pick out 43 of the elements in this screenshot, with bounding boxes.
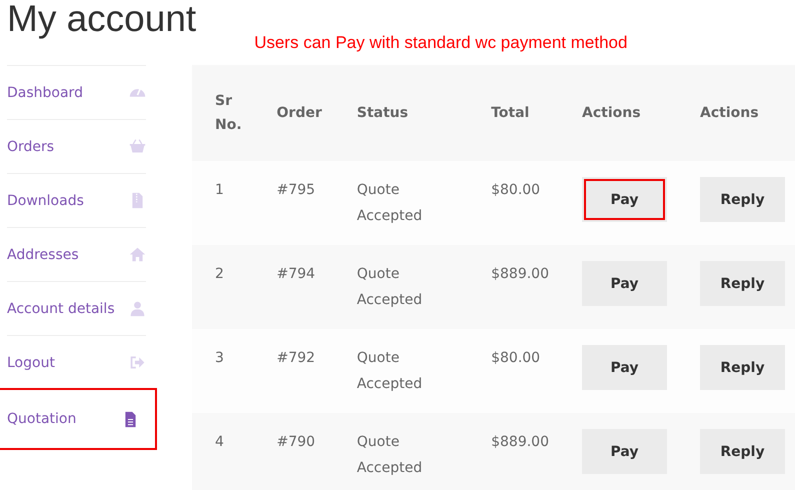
table-cell: #792 [254,329,334,413]
reply-button[interactable]: Reply [700,345,785,390]
nav-item[interactable]: Quotation [0,390,155,448]
nav-item[interactable]: Account details [7,281,146,335]
nav-item[interactable]: Downloads [7,173,146,227]
pay-button[interactable]: Pay [582,261,667,306]
nav-item[interactable]: Logout [7,335,146,389]
table-cell: $889.00 [468,245,559,329]
pay-button[interactable]: Pay [582,429,667,474]
nav-item[interactable]: Orders [7,119,146,173]
nav-item[interactable]: Dashboard [7,65,146,119]
nav-item[interactable]: Addresses [7,227,146,281]
table-cell: Quote Accepted [334,245,468,329]
table-cell: $889.00 [468,413,559,490]
reply-button[interactable]: Reply [700,261,785,306]
column-header: Actions [677,65,795,161]
column-header: Actions [559,65,677,161]
reply-button[interactable]: Reply [700,177,785,222]
table-cell: 1 [192,161,254,245]
table-cell: 3 [192,329,254,413]
table-cell: Quote Accepted [334,161,468,245]
reply-button[interactable]: Reply [700,429,785,474]
column-header: Sr No. [192,65,254,161]
table-cell: $80.00 [468,161,559,245]
table-cell: 2 [192,245,254,329]
annotation-text: Users can Pay with standard wc payment method [254,33,628,53]
column-header: Total [468,65,559,161]
table-cell: 4 [192,413,254,490]
table-cell: Quote Accepted [334,329,468,413]
house-icon [129,246,146,263]
logout-icon [129,354,146,371]
page-title: My account [7,0,196,40]
pay-button[interactable]: Pay [582,345,667,390]
table-cell: #790 [254,413,334,490]
column-header: Status [334,65,468,161]
column-header: Order [254,65,334,161]
table-cell: $80.00 [468,329,559,413]
table-cell: Quote Accepted [334,413,468,490]
person-icon [129,300,146,317]
pay-button[interactable]: Pay [582,177,667,222]
basket-icon [129,138,146,155]
table-cell: #795 [254,161,334,245]
table-cell: #794 [254,245,334,329]
